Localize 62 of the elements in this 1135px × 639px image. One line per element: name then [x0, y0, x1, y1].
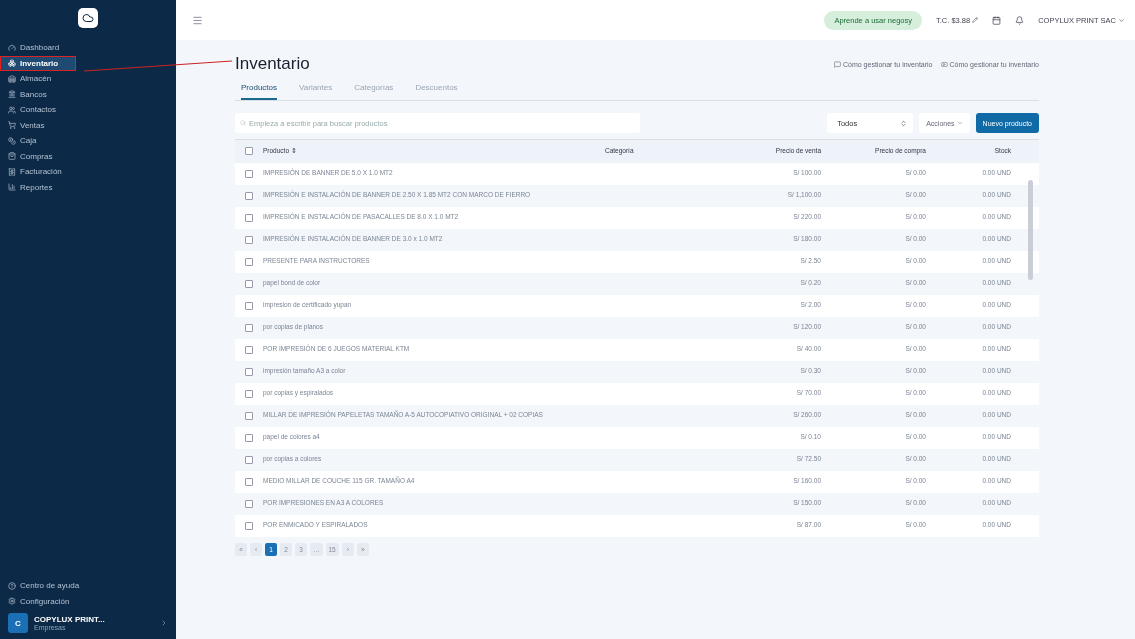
updown-icon — [900, 119, 908, 127]
sidebar-item[interactable]: Facturación — [0, 164, 176, 180]
calendar-icon[interactable] — [992, 15, 1002, 25]
checkbox[interactable] — [245, 521, 253, 530]
tab[interactable]: Categorías — [354, 78, 394, 100]
sidebar-item[interactable]: Inventario — [0, 55, 76, 71]
tab[interactable]: Descuentos — [415, 78, 458, 100]
checkbox[interactable] — [245, 455, 253, 464]
gauge-icon — [8, 43, 16, 52]
warehouse-icon — [8, 74, 16, 83]
chevron-icon[interactable] — [160, 619, 168, 627]
receipt-icon — [8, 167, 16, 176]
scrollbar[interactable] — [1028, 180, 1033, 280]
checkbox[interactable] — [245, 477, 253, 486]
bag-icon — [8, 152, 16, 161]
account-avatar: C — [8, 613, 28, 633]
checkbox[interactable] — [245, 235, 253, 244]
menu-icon[interactable] — [192, 14, 203, 26]
pencil-icon — [972, 17, 979, 23]
cloud-logo-icon — [78, 8, 98, 28]
checkbox[interactable] — [245, 345, 253, 354]
users-icon — [8, 105, 16, 114]
help-icon — [8, 581, 16, 590]
sidebar-item[interactable]: Configuración — [0, 593, 176, 609]
checkbox[interactable] — [245, 191, 253, 200]
sidebar-item[interactable]: Contactos — [0, 102, 176, 118]
checkbox[interactable] — [245, 147, 253, 156]
checkbox[interactable] — [245, 301, 253, 310]
checkbox[interactable] — [245, 433, 253, 442]
bank-icon — [8, 90, 16, 99]
sidebar-item[interactable]: Dashboard — [0, 40, 176, 56]
page-title: Inventario — [235, 54, 310, 74]
tab[interactable]: Variantes — [299, 78, 333, 100]
sidebar-item[interactable]: Compras — [0, 148, 176, 164]
checkbox[interactable] — [245, 367, 253, 376]
sidebar-item[interactable]: Caja — [0, 133, 176, 149]
tab[interactable]: Productos — [241, 78, 278, 100]
bell-icon[interactable] — [1015, 15, 1025, 25]
checkbox[interactable] — [245, 499, 253, 508]
chat-icon — [834, 60, 841, 68]
checkbox[interactable] — [245, 257, 253, 266]
caret-icon — [956, 120, 963, 126]
caret-icon — [1118, 16, 1125, 24]
search-icon — [240, 120, 246, 126]
chart-icon — [8, 183, 16, 192]
boxes-icon — [8, 59, 16, 68]
sidebar-item[interactable]: Ventas — [0, 117, 176, 133]
checkbox[interactable] — [245, 389, 253, 398]
cart-icon — [8, 121, 16, 130]
sidebar-item[interactable]: Bancos — [0, 86, 176, 102]
coins-icon — [8, 136, 16, 145]
video-icon — [940, 60, 948, 68]
settings-icon — [8, 597, 16, 606]
checkbox[interactable] — [245, 213, 253, 222]
sidebar-item[interactable]: Almacén — [0, 71, 176, 87]
sidebar-item[interactable]: Centro de ayuda — [0, 578, 176, 594]
checkbox[interactable] — [245, 323, 253, 332]
sidebar-item[interactable]: Reportes — [0, 179, 176, 195]
account-name[interactable]: COPYLUX PRINT... — [34, 615, 105, 624]
checkbox[interactable] — [245, 411, 253, 420]
checkbox[interactable] — [245, 279, 253, 288]
checkbox[interactable] — [245, 169, 253, 178]
